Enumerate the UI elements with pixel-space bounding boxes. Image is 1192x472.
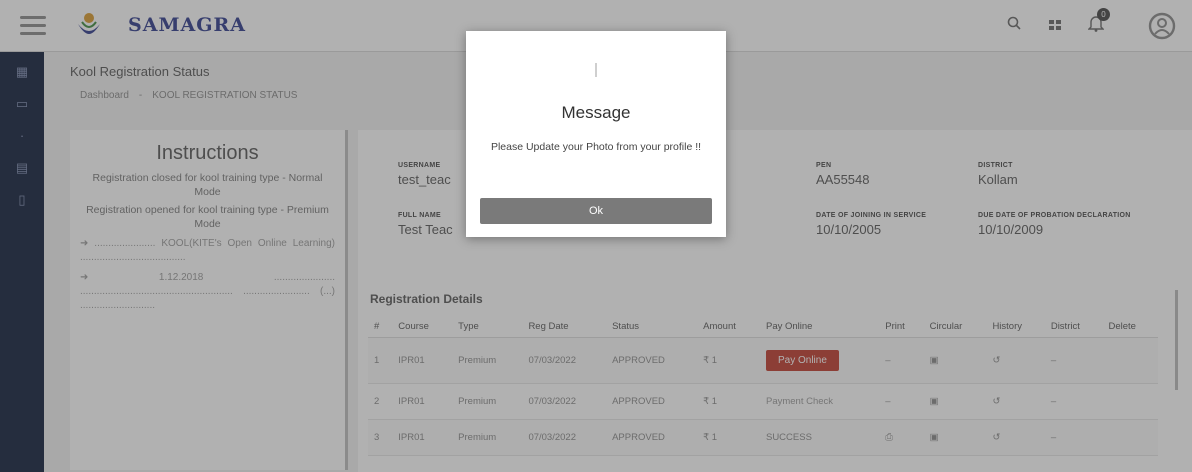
- ok-button[interactable]: Ok: [480, 198, 712, 224]
- dialog-message: Please Update your Photo from your profi…: [490, 141, 702, 153]
- alert-icon: [595, 63, 597, 77]
- dialog-title: Message: [561, 103, 631, 122]
- message-dialog: Message Please Update your Photo from yo…: [466, 31, 726, 237]
